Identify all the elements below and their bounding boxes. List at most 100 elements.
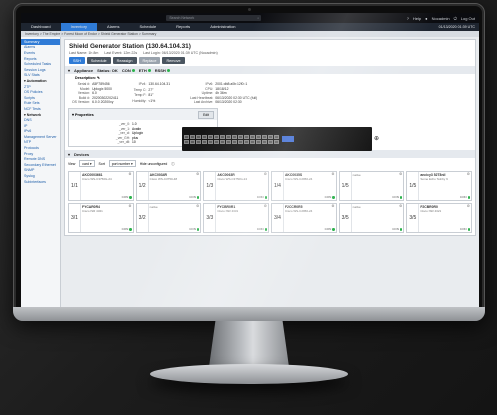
ssh-button[interactable]: SSH: [69, 57, 85, 64]
search-icon[interactable]: ⌕: [257, 15, 259, 21]
properties-label: ▾ Properties: [72, 113, 94, 118]
field-value: 130.64.104.31: [148, 82, 171, 86]
hide-unconfigured-toggle[interactable]: Hide unconfigured: [140, 162, 168, 166]
device-tile[interactable]: 1/2 AKC0034R Cisco WS-C3750-48 ⚙ CON: [135, 171, 202, 202]
device-tile[interactable]: 3/2 native ⚙ CON: [135, 203, 202, 234]
action-buttons: SSH Schedule Reassign Replace Remove: [69, 57, 471, 64]
reassign-button[interactable]: Reassign: [112, 57, 137, 64]
sidebar-item[interactable]: Subinterfaces: [21, 179, 60, 185]
replace-button[interactable]: Replace: [138, 57, 161, 64]
collapse-icon[interactable]: ▾: [68, 68, 70, 73]
field-value: 18/18/12: [215, 86, 229, 91]
gear-icon[interactable]: ⚙: [128, 172, 131, 176]
field-label: OS Version:: [72, 100, 91, 105]
device-tile[interactable]: 3/5 F2CBR0R0 Cisco ISR 4321 ⚙ CON: [406, 203, 472, 234]
schedule-button[interactable]: Schedule: [86, 57, 111, 64]
pencil-icon[interactable]: ✎: [97, 76, 100, 80]
device-tile[interactable]: 3/1 FYCAR0R4 Cisco ISR 4321 ⚙ CON: [68, 203, 134, 234]
gear-icon[interactable]: ⚙: [399, 172, 402, 176]
nav-reports[interactable]: Reports: [166, 23, 200, 31]
device-model: native: [352, 173, 361, 178]
field-label: _ver_cl:: [118, 131, 130, 136]
gear-icon[interactable]: ⚙: [264, 204, 267, 208]
view-select[interactable]: card ▾: [79, 160, 95, 168]
sidebar-item[interactable]: Management Server: [21, 134, 60, 140]
con-ok-icon: [131, 68, 135, 72]
tile-content: ancicy3 52T8nil Some Echo Telnby 9 ⚙ CON: [419, 172, 471, 200]
last-name: Last Name: 1h 8m: [69, 51, 99, 55]
station-header: Shield Generator Station (130.64.104.31)…: [65, 40, 475, 66]
tile-content: AKC0003661 Cisco WS-C3750G-24 ⚙ CON: [81, 172, 133, 200]
con-label: CON: [459, 195, 467, 200]
gear-icon[interactable]: ⚙: [331, 204, 334, 208]
ok-status-icon: [129, 196, 132, 199]
tile-content: FYCAR0R4 Cisco ISR 4321 ⚙ CON: [81, 204, 133, 232]
remove-button[interactable]: Remove: [162, 57, 185, 64]
device-model: Cisco WS-C3750G-24: [82, 177, 112, 182]
rssh-label: RSSH: [154, 67, 166, 73]
con-label: CON: [121, 67, 131, 73]
nav-dashboard[interactable]: Dashboard: [21, 23, 61, 31]
device-model: Cisco ISR 4321: [82, 209, 103, 214]
appliance-col-1: Serial #: A5F789456 Model: Uplogix 5000 Vers…: [72, 82, 118, 104]
search-placeholder: Search Network: [169, 16, 195, 20]
help-icon[interactable]: ?: [407, 16, 409, 21]
con-label: CON: [324, 227, 332, 232]
help-link[interactable]: Help: [413, 16, 421, 21]
field-value: A5F789456: [92, 82, 110, 86]
field-label: IPv6:: [205, 82, 214, 86]
con-status: CON: [392, 227, 403, 231]
device-tile[interactable]: 3/4 F2CCR0R5 Cisco WS-C2950-24 ⚙ CON: [270, 203, 337, 234]
con-label: CON: [256, 227, 264, 232]
devices-section-header[interactable]: ▾ Devices: [65, 150, 475, 159]
logout-icon: ⏻: [453, 15, 457, 21]
device-tile[interactable]: 1/5 ancicy3 52T8nil Some Echo Telnby 9 ⚙ CON: [406, 171, 472, 202]
device-tile[interactable]: 1/5 native ⚙ CON: [338, 171, 405, 202]
collapse-icon[interactable]: ▾: [68, 152, 70, 157]
gear-icon[interactable]: ⚙: [128, 204, 131, 208]
port-group: [184, 134, 207, 144]
device-tile[interactable]: 3/3 FYCBR0R1 Cisco ISR 4331 ⚙ CON: [203, 203, 269, 234]
view-label: View: [68, 161, 76, 166]
search-input[interactable]: Search Network ⌕: [166, 15, 262, 21]
tile-content: FYCBR0R1 Cisco ISR 4331 ⚙ CON: [216, 204, 268, 232]
nav-administration[interactable]: Administration: [200, 23, 245, 31]
field-label: Serial #:: [77, 82, 91, 86]
ok-status-icon: [196, 228, 200, 231]
gear-icon[interactable]: ⚙: [399, 204, 402, 208]
top-bar-actions: ? Help ● Nocadmin ⏻ Log Out: [407, 16, 475, 21]
field-value: 6.0: [92, 91, 97, 96]
device-model: Cisco WS-C3750G-24: [217, 177, 248, 182]
gear-icon[interactable]: ⚙: [264, 172, 267, 176]
port-group: [232, 134, 255, 144]
ok-status-icon: [196, 196, 200, 199]
devices-label: Devices: [74, 151, 90, 157]
nav-inventory[interactable]: Inventory: [60, 23, 98, 31]
device-tile[interactable]: 1/4 AKC0035S Cisco WS-C2950-24 ⚙ CON: [270, 171, 337, 202]
tile-content: native ⚙ CON: [149, 204, 201, 232]
gear-icon[interactable]: ⚙: [331, 172, 334, 176]
user-icon: ●: [425, 15, 428, 21]
logout-link[interactable]: Log Out: [461, 16, 475, 21]
sidebar-item[interactable]: Secondary Ethernet: [21, 162, 60, 168]
device-tile[interactable]: 1/3 AKC0063R Cisco WS-C3750G-24 ⚙ CON: [203, 171, 269, 202]
user-name[interactable]: Nocadmin: [432, 16, 450, 21]
gear-icon[interactable]: ⚙: [467, 204, 470, 208]
device-tile[interactable]: 3/5 native ⚙ CON: [338, 203, 405, 234]
zoom-icon[interactable]: ⊕: [374, 135, 379, 142]
gear-icon[interactable]: ⚙: [196, 204, 199, 208]
gear-icon[interactable]: ⚙: [196, 172, 199, 176]
field-value: 4h 36m: [215, 91, 227, 96]
nav-schedule[interactable]: Schedule: [129, 23, 166, 31]
appliance-section-header[interactable]: ▾ Appliance Status: OK CON ETH RSSH: [65, 66, 475, 74]
con-label: CON: [256, 195, 264, 200]
field-label: Model:: [79, 86, 91, 91]
gear-icon[interactable]: ⚙: [467, 172, 470, 176]
nav-alarms[interactable]: Alarms: [97, 23, 129, 31]
slot-number: 3/4: [272, 204, 284, 233]
edit-button[interactable]: Edit: [198, 110, 214, 119]
slot-number: 1/3: [204, 172, 217, 201]
properties-header[interactable]: ▾ Properties Edit: [69, 109, 217, 121]
device-tile[interactable]: 1/1 AKC0003661 Cisco WS-C3750G-24 ⚙ CON: [68, 171, 134, 202]
sort-select[interactable]: port number ▾: [108, 160, 136, 168]
